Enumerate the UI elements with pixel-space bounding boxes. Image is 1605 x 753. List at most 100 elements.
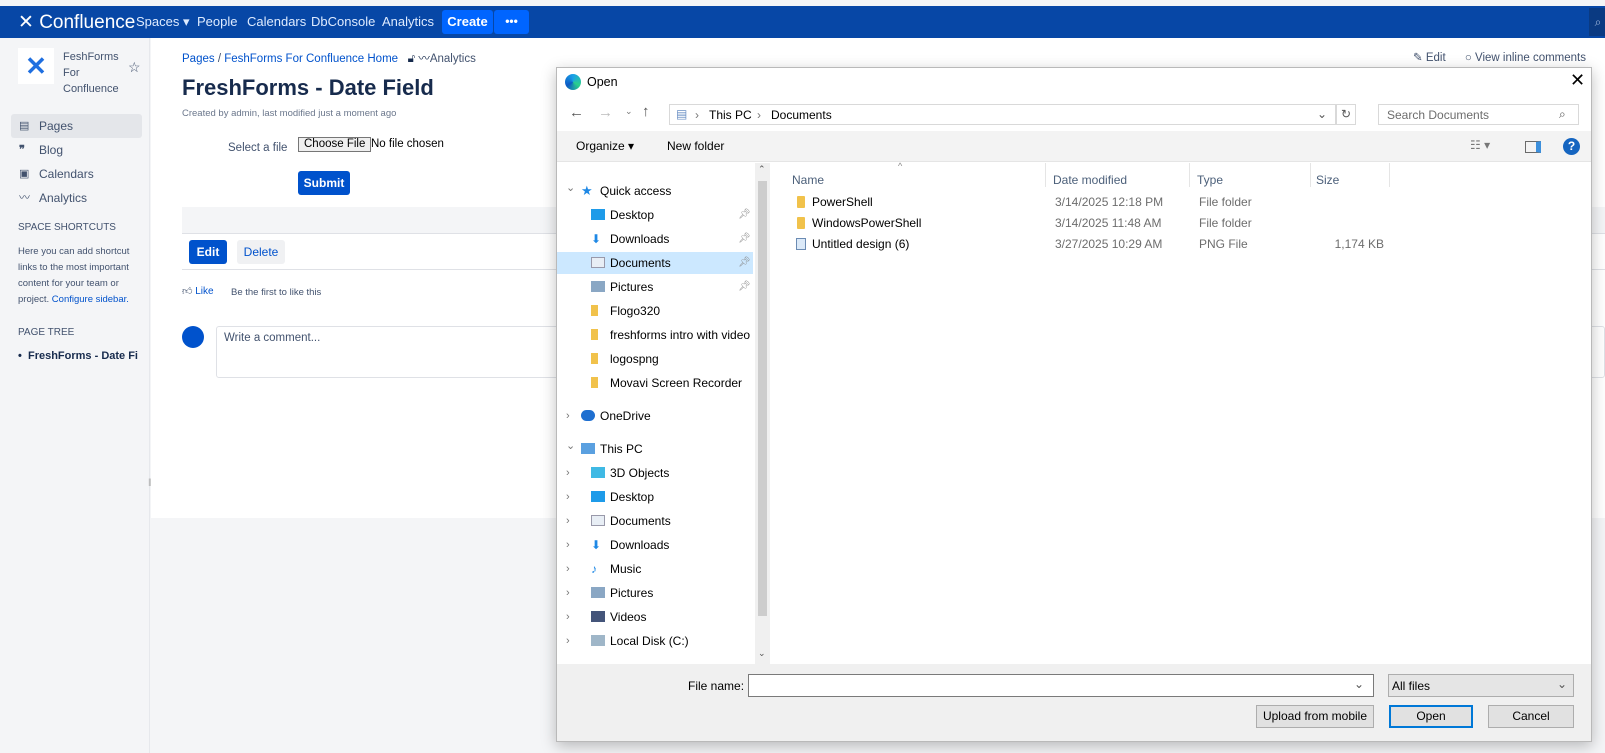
pin-icon[interactable]: 📌︎ bbox=[738, 276, 751, 298]
column-type[interactable]: Type bbox=[1197, 173, 1223, 187]
more-button[interactable]: ••• bbox=[494, 10, 529, 34]
chevron-down-icon[interactable]: ⌄ bbox=[566, 177, 575, 199]
nav-analytics[interactable]: Analytics bbox=[382, 14, 434, 29]
new-folder-button[interactable]: New folder bbox=[667, 139, 724, 153]
forward-icon[interactable]: → bbox=[598, 104, 613, 121]
lock-icon[interactable]: 🔓︎ bbox=[408, 53, 415, 65]
file-row[interactable]: Untitled design (6) 3/27/2025 10:29 AM PNG… bbox=[772, 234, 1592, 255]
upload-from-mobile-button[interactable]: Upload from mobile bbox=[1256, 705, 1374, 728]
nav-item-pictures[interactable]: Pictures 📌︎ bbox=[557, 276, 753, 298]
search-documents-input[interactable]: Search Documents ⌕ bbox=[1378, 104, 1579, 125]
nav-item-downloads[interactable]: ⬇ Downloads 📌︎ bbox=[557, 228, 753, 250]
page-tree-item[interactable]: • FreshForms - Date Fi bbox=[18, 350, 140, 362]
nav-item-local-disk-c-[interactable]: › Local Disk (C:) bbox=[557, 630, 753, 652]
nav-item-flogo320[interactable]: Flogo320 bbox=[557, 300, 753, 322]
open-button[interactable]: Open bbox=[1389, 705, 1473, 728]
chevron-right-icon[interactable]: › bbox=[566, 582, 570, 604]
nav-item-music[interactable]: › ♪ Music bbox=[557, 558, 753, 580]
edit-link[interactable]: ✎ Edit bbox=[1413, 52, 1446, 64]
view-inline-comments-link[interactable]: ○ View inline comments bbox=[1465, 52, 1586, 64]
pin-icon[interactable]: 📌︎ bbox=[738, 204, 751, 226]
like-text: Be the first to like this bbox=[231, 287, 322, 298]
analytics-link[interactable]: Analytics bbox=[430, 53, 476, 65]
nav-item-documents[interactable]: › Documents bbox=[557, 510, 753, 532]
column-date-modified[interactable]: Date modified bbox=[1053, 173, 1127, 187]
refresh-icon[interactable]: ↻ bbox=[1336, 104, 1356, 125]
nav-calendars[interactable]: Calendars bbox=[247, 14, 306, 29]
create-button[interactable]: Create bbox=[442, 10, 493, 34]
confluence-icon: ✕ bbox=[18, 12, 40, 33]
nav-item-quick-access[interactable]: ⌄ ★ Quick access bbox=[557, 180, 753, 202]
delete-button[interactable]: Delete bbox=[237, 240, 285, 264]
address-bar[interactable]: ▤ › This PC › Documents ⌄ bbox=[669, 104, 1336, 125]
file-row[interactable]: PowerShell 3/14/2025 12:18 PM File folder bbox=[772, 192, 1592, 213]
like-button[interactable]: 👍︎ Like bbox=[182, 285, 214, 297]
chevron-right-icon[interactable]: › bbox=[566, 630, 570, 652]
nav-spaces[interactable]: Spaces ▾ bbox=[136, 14, 190, 30]
path-documents[interactable]: Documents bbox=[771, 108, 832, 122]
file-row[interactable]: WindowsPowerShell 3/14/2025 11:48 AM File … bbox=[772, 213, 1592, 234]
file-name-input[interactable]: ⌄ bbox=[748, 674, 1374, 697]
nav-item-documents[interactable]: Documents 📌︎ bbox=[557, 252, 753, 274]
pin-icon[interactable]: 📌︎ bbox=[738, 252, 751, 274]
breadcrumb-pages[interactable]: Pages bbox=[182, 53, 215, 65]
configure-sidebar-link[interactable]: Configure sidebar. bbox=[52, 294, 129, 305]
submit-button[interactable]: Submit bbox=[298, 171, 350, 195]
nav-item-freshforms-intro-with-video[interactable]: freshforms intro with video bbox=[557, 324, 753, 346]
pin-icon[interactable]: 📌︎ bbox=[738, 228, 751, 250]
nav-item-3d-objects[interactable]: › 3D Objects bbox=[557, 462, 753, 484]
nav-item-this-pc[interactable]: ⌄ This PC bbox=[557, 438, 753, 460]
nav-item-desktop[interactable]: Desktop 📌︎ bbox=[557, 204, 753, 226]
file-date: 3/27/2025 10:29 AM bbox=[1055, 237, 1163, 251]
space-logo[interactable]: ✕ bbox=[18, 48, 54, 84]
edit-button[interactable]: Edit bbox=[189, 240, 227, 264]
chevron-down-icon[interactable]: ⌄ bbox=[1317, 107, 1327, 121]
breadcrumb-home[interactable]: FeshForms For Confluence Home bbox=[224, 53, 398, 65]
nav-item-logospng[interactable]: logospng bbox=[557, 348, 753, 370]
chevron-down-icon[interactable]: ⌄ bbox=[566, 435, 575, 457]
download-icon: ⬇ bbox=[591, 232, 602, 246]
choose-file-button[interactable]: Choose File bbox=[298, 137, 372, 152]
chevron-right-icon[interactable]: › bbox=[566, 606, 570, 628]
column-size[interactable]: Size bbox=[1316, 173, 1339, 187]
analytics-icon: 〰 bbox=[19, 192, 30, 204]
nav-item-onedrive[interactable]: › OneDrive bbox=[557, 405, 753, 427]
chevron-right-icon[interactable]: › bbox=[566, 405, 570, 427]
column-name[interactable]: Name bbox=[792, 173, 824, 187]
cancel-button[interactable]: Cancel bbox=[1488, 705, 1574, 728]
star-icon[interactable]: ☆ bbox=[128, 59, 141, 76]
page-tree-title: PAGE TREE bbox=[18, 327, 75, 338]
up-icon[interactable]: ↑ bbox=[642, 103, 650, 120]
view-options-icon[interactable]: ☷ ▾ bbox=[1470, 138, 1490, 152]
nav-scrollbar[interactable]: ⌃ ⌄ bbox=[755, 163, 770, 664]
nav-item-pictures[interactable]: › Pictures bbox=[557, 582, 753, 604]
nav-dbconsole[interactable]: DbConsole bbox=[311, 14, 375, 29]
chevron-right-icon[interactable]: › bbox=[566, 534, 570, 556]
nav-item-downloads[interactable]: › ⬇ Downloads bbox=[557, 534, 753, 556]
space-name[interactable]: FeshForms For Confluence bbox=[63, 49, 119, 97]
nav-item-desktop[interactable]: › Desktop bbox=[557, 486, 753, 508]
back-icon[interactable]: ← bbox=[569, 104, 584, 121]
recent-locations-icon[interactable]: ⌄ bbox=[625, 106, 633, 117]
sidebar-item-blog[interactable]: ❞ Blog bbox=[11, 138, 142, 162]
chevron-right-icon[interactable]: › bbox=[566, 462, 570, 484]
search-icon[interactable]: ⌕ bbox=[1589, 8, 1605, 36]
sidebar-item-analytics[interactable]: 〰 Analytics bbox=[11, 186, 142, 210]
chevron-right-icon[interactable]: › bbox=[566, 510, 570, 532]
preview-pane-icon[interactable] bbox=[1525, 141, 1541, 153]
chevron-right-icon[interactable]: › bbox=[566, 486, 570, 508]
sidebar-item-calendars[interactable]: ▣ Calendars bbox=[11, 162, 142, 186]
file-name: PowerShell bbox=[812, 195, 873, 209]
confluence-logo[interactable]: ✕ Confluence bbox=[18, 11, 135, 34]
sidebar-item-pages[interactable]: ▤ Pages bbox=[11, 114, 142, 138]
path-this-pc[interactable]: This PC bbox=[709, 108, 752, 122]
nav-item-movavi-screen-recorder[interactable]: Movavi Screen Recorder bbox=[557, 372, 753, 394]
organize-button[interactable]: Organize ▾ bbox=[576, 139, 634, 153]
nav-people[interactable]: People bbox=[197, 14, 237, 29]
scrollbar-thumb[interactable] bbox=[758, 181, 767, 616]
close-icon[interactable]: ✕ bbox=[1570, 70, 1585, 91]
chevron-right-icon[interactable]: › bbox=[566, 558, 570, 580]
file-type-select[interactable]: All files ⌄ bbox=[1388, 674, 1574, 697]
help-icon[interactable]: ? bbox=[1563, 138, 1580, 155]
nav-item-videos[interactable]: › Videos bbox=[557, 606, 753, 628]
